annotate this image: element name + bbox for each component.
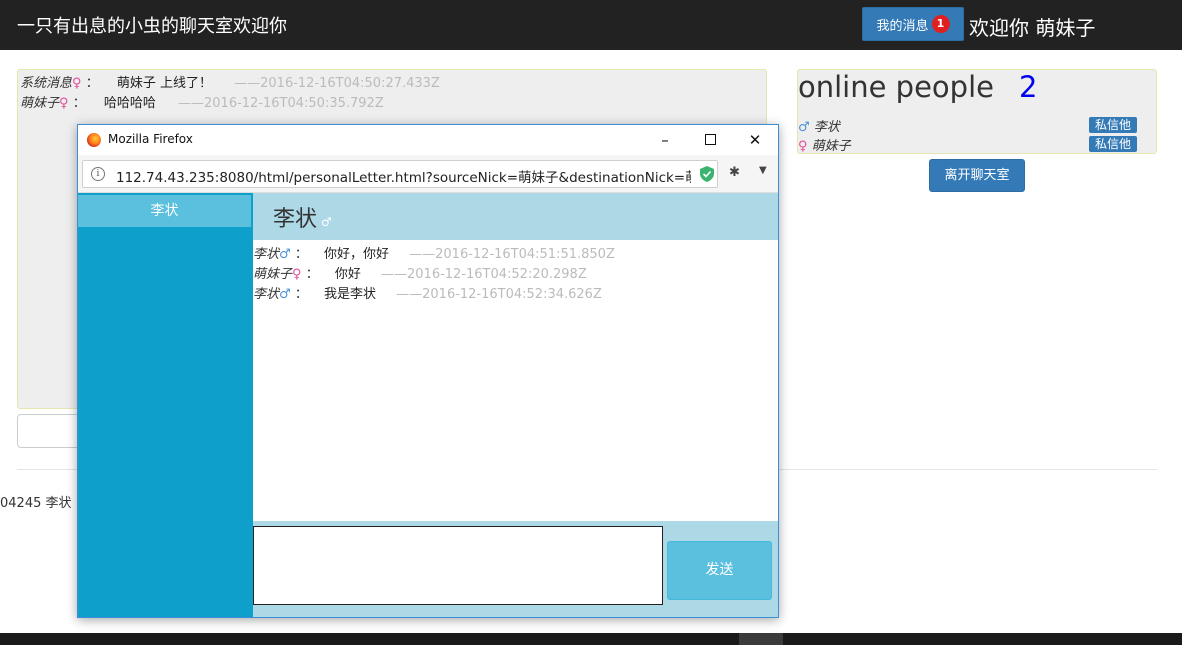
private-message: 萌妹子♀ ： 你好 ——2016-12-16T04:52:20.298Z xyxy=(253,263,587,282)
female-icon: ♀ xyxy=(798,139,808,154)
message-nick: 系统消息 xyxy=(20,76,73,91)
footer-text: 04245 李状 xyxy=(0,496,72,511)
window-titlebar: Mozilla Firefox – ✕ xyxy=(78,125,778,155)
male-icon: ♂ xyxy=(798,120,810,135)
online-count: 2 xyxy=(1019,70,1038,104)
message-separator: ： xyxy=(305,267,319,282)
private-message-button[interactable]: 私信他 xyxy=(1089,136,1137,152)
window-title: Mozilla Firefox xyxy=(108,132,193,146)
leave-chatroom-button[interactable]: 离开聊天室 xyxy=(929,159,1025,192)
message-separator: ： xyxy=(72,96,86,111)
chevron-down-icon[interactable]: ▼ xyxy=(759,165,767,176)
os-taskbar xyxy=(0,633,1182,645)
app-title: 一只有出息的小虫的聊天室欢迎你 xyxy=(17,16,287,37)
welcome-user: 欢迎你 萌妹子 xyxy=(969,16,1096,40)
url-bar: i 112.74.43.235:8080/html/personalLetter… xyxy=(78,155,778,193)
taskbar-active-item[interactable] xyxy=(739,633,783,645)
message-textarea[interactable] xyxy=(253,526,663,605)
extension-icon[interactable]: ✱ xyxy=(729,165,740,180)
private-chat-title: 李状 ♂ xyxy=(273,201,332,233)
female-icon: ♀ xyxy=(59,96,69,111)
contact-item[interactable]: 李状 xyxy=(78,195,251,227)
message-nick: 萌妹子 xyxy=(20,96,60,111)
message-time: ——2016-12-16T04:51:51.850Z xyxy=(409,247,615,262)
online-user: ♂ 李状 xyxy=(798,116,840,135)
message-separator: ： xyxy=(294,287,308,302)
private-chat-area: 李状 ♂ 李状♂ ： 你好，你好 ——2016-12-16T04:51:51.85… xyxy=(253,193,778,617)
chat-message: 系统消息♀ ： 萌妹子 上线了！ ——2016-12-16T04:50:27.4… xyxy=(20,72,440,91)
chat-message: 萌妹子♀ ： 哈哈哈哈 ——2016-12-16T04:50:35.792Z xyxy=(20,92,384,111)
message-nick: 李状 xyxy=(253,287,280,302)
message-separator: ： xyxy=(294,247,308,262)
firefox-logo-icon xyxy=(87,133,101,147)
shield-icon[interactable] xyxy=(700,166,714,182)
female-icon: ♀ xyxy=(72,76,82,91)
message-nick: 萌妹子 xyxy=(253,267,293,282)
male-icon: ♂ xyxy=(279,287,291,302)
message-time: ——2016-12-16T04:52:20.298Z xyxy=(381,267,587,282)
online-user-nick: 萌妹子 xyxy=(811,139,851,154)
send-button[interactable]: 发送 xyxy=(667,541,772,600)
male-icon: ♂ xyxy=(279,247,291,262)
private-message: 李状♂ ： 我是李状 ——2016-12-16T04:52:34.626Z xyxy=(253,283,602,302)
online-user: ♀ 萌妹子 xyxy=(798,135,851,154)
message-content: 哈哈哈哈 xyxy=(103,96,156,111)
contacts-sidebar: 李状 xyxy=(78,193,253,617)
message-time: ——2016-12-16T04:50:35.792Z xyxy=(178,96,384,111)
message-separator: ： xyxy=(85,76,99,91)
chat-partner-name: 李状 xyxy=(273,207,318,232)
info-icon[interactable]: i xyxy=(91,167,105,181)
online-user-nick: 李状 xyxy=(813,120,840,135)
my-messages-label: 我的消息 xyxy=(876,18,929,34)
message-time: ——2016-12-16T04:50:27.433Z xyxy=(234,76,440,91)
minimize-icon[interactable]: – xyxy=(650,129,680,151)
male-icon: ♂ xyxy=(321,215,332,229)
address-field[interactable]: i 112.74.43.235:8080/html/personalLetter… xyxy=(82,160,718,188)
private-message: 李状♂ ： 你好，你好 ——2016-12-16T04:51:51.850Z xyxy=(253,243,615,262)
maximize-icon[interactable] xyxy=(695,129,725,151)
private-chat-header: 李状 ♂ xyxy=(253,193,778,240)
message-composer: 发送 xyxy=(253,521,778,617)
message-content: 你好，你好 xyxy=(323,247,389,262)
message-time: ——2016-12-16T04:52:34.626Z xyxy=(396,287,602,302)
close-icon[interactable]: ✕ xyxy=(740,129,770,151)
my-messages-button[interactable]: 我的消息 1 xyxy=(862,7,964,41)
private-message-button[interactable]: 私信他 xyxy=(1089,117,1137,133)
message-count-badge: 1 xyxy=(931,15,950,33)
message-content: 你好 xyxy=(334,267,361,282)
top-navbar: 一只有出息的小虫的聊天室欢迎你 我的消息 1 欢迎你 萌妹子 xyxy=(0,0,1182,50)
message-content: 萌妹子 上线了！ xyxy=(116,76,212,91)
online-people-panel: online people 2 ♂ 李状 私信他 ♀ 萌妹子 私信他 xyxy=(797,69,1157,154)
online-people-title: online people xyxy=(798,70,994,104)
firefox-popup-window: Mozilla Firefox – ✕ i 112.74.43.235:8080… xyxy=(77,124,779,618)
message-nick: 李状 xyxy=(253,247,280,262)
message-content: 我是李状 xyxy=(323,287,376,302)
female-icon: ♀ xyxy=(292,267,302,282)
url-text[interactable]: 112.74.43.235:8080/html/personalLetter.h… xyxy=(116,166,691,186)
